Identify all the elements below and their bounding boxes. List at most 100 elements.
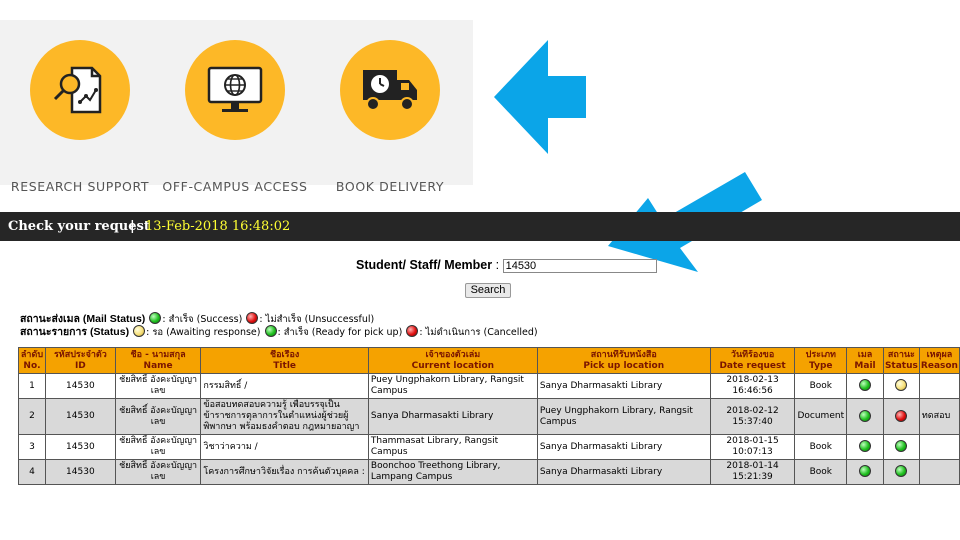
column-header: เหตุผล Reason bbox=[918, 347, 960, 374]
column-header-thai: เมล bbox=[857, 349, 873, 360]
item-status-cell bbox=[882, 459, 920, 485]
item-type-cell: Book bbox=[794, 434, 848, 460]
item-title-cell: กรรมสิทธิ์ / bbox=[200, 373, 369, 399]
left-arrow-icon bbox=[494, 40, 586, 154]
table-row[interactable]: 2 14530 ชัยสิทธิ์ อังคะบัญญาเลข ข้อสอบทดสอบ… bbox=[18, 398, 960, 435]
table-row[interactable]: 3 14530 ชัยสิทธิ์ อังคะบัญญาเลข วิชาว่าความ… bbox=[18, 434, 960, 460]
pickup-location-cell: Puey Ungphakorn Library, Rangsit Campus bbox=[536, 398, 711, 435]
table-header-row: ลำดับ No. รหัสประจำตัว ID ชื่อ - นามสกุล Name… bbox=[18, 347, 960, 374]
column-header-thai: เจ้าของตัวเล่ม bbox=[425, 349, 481, 360]
reason-cell bbox=[918, 459, 960, 485]
table-row[interactable]: 4 14530 ชัยสิทธิ์ อังคะบัญญาเลข โครงการศึกษ… bbox=[18, 459, 960, 485]
item-type-cell: Document bbox=[794, 398, 848, 435]
row-number-cell: 1 bbox=[18, 373, 46, 399]
table-row[interactable]: 1 14530 ชัยสิทธิ์ อังคะบัญญาเลข กรรมสิทธิ์ … bbox=[18, 373, 960, 399]
column-header-english: Type bbox=[809, 360, 833, 371]
book-delivery-service[interactable]: BOOK DELIVERY bbox=[336, 40, 443, 194]
member-name-cell: ชัยสิทธิ์ อังคะบัญญาเลข bbox=[114, 398, 202, 435]
column-header: สถานที่รับหนังสือ Pick up location bbox=[536, 347, 711, 374]
item-type-cell: Book bbox=[794, 459, 848, 485]
item-title-cell: วิชาว่าความ / bbox=[200, 434, 369, 460]
column-header: ชื่อเรื่อง Title bbox=[200, 347, 369, 374]
request-time: 16:46:56 bbox=[732, 386, 773, 396]
item-status-label: สถานะรายการ (Status) bbox=[20, 326, 130, 338]
service-label: OFF-CAMPUS ACCESS bbox=[162, 179, 308, 194]
green-status-icon bbox=[859, 465, 872, 477]
mail-status-cell bbox=[846, 373, 884, 399]
member-name-cell: ชัยสิทธิ์ อังคะบัญญาเลข bbox=[114, 434, 202, 460]
column-header-thai: ลำดับ bbox=[20, 349, 44, 360]
column-header: รหัสประจำตัว ID bbox=[44, 347, 116, 374]
red-status-icon bbox=[406, 325, 419, 337]
row-number-cell: 2 bbox=[18, 398, 46, 435]
request-title: Check your request bbox=[8, 219, 150, 234]
off-campus-access-service[interactable]: OFF-CAMPUS ACCESS bbox=[162, 40, 307, 194]
column-header-english: Mail bbox=[854, 360, 876, 371]
column-header-english: Status bbox=[884, 360, 918, 371]
column-header-thai: ประเภท bbox=[805, 349, 836, 360]
column-header: ชื่อ - นามสกุล Name bbox=[114, 347, 202, 374]
green-status-icon bbox=[895, 465, 908, 477]
request-header-bar: Check your request | 13-Feb-2018 16:48:0… bbox=[0, 212, 960, 241]
column-header-english: ID bbox=[74, 360, 86, 371]
delivery-truck-clock-icon bbox=[340, 40, 440, 140]
column-header-english: Reason bbox=[920, 360, 958, 371]
reason-cell bbox=[918, 434, 960, 460]
green-status-icon bbox=[859, 440, 872, 452]
search-button[interactable]: Search bbox=[465, 283, 511, 298]
yellow-status-icon bbox=[895, 379, 908, 391]
request-time: 15:37:40 bbox=[732, 416, 773, 427]
column-header-thai: สถานที่รับหนังสือ bbox=[590, 349, 657, 360]
member-colon: : bbox=[495, 258, 500, 272]
request-time: 10:07:13 bbox=[732, 447, 773, 457]
requests-table-viewport: ลำดับ No. รหัสประจำตัว ID ชื่อ - นามสกุล Name… bbox=[0, 347, 960, 490]
column-header: วันที่ร้องขอ Date request bbox=[709, 347, 796, 374]
request-date: 2018-02-12 bbox=[726, 405, 779, 416]
current-timestamp: 13-Feb-2018 16:48:02 bbox=[145, 219, 291, 234]
column-header: ประเภท Type bbox=[794, 347, 848, 374]
date-request-cell: 2018-02-12 15:37:40 bbox=[709, 398, 796, 435]
green-status-icon bbox=[264, 325, 277, 337]
pickup-location-cell: Sanya Dharmasakti Library bbox=[536, 373, 711, 399]
green-status-icon bbox=[859, 379, 872, 391]
request-date: 2018-01-14 bbox=[726, 461, 779, 471]
column-header-thai: สถานะ bbox=[887, 349, 915, 360]
date-request-cell: 2018-02-13 16:46:56 bbox=[709, 373, 796, 399]
green-status-icon bbox=[895, 440, 908, 452]
member-name-cell: ชัยสิทธิ์ อังคะบัญญาเลข bbox=[114, 373, 202, 399]
table-body: 1 14530 ชัยสิทธิ์ อังคะบัญญาเลข กรรมสิทธิ์ … bbox=[18, 373, 960, 485]
row-number-cell: 4 bbox=[18, 459, 46, 485]
title-separator: | bbox=[130, 219, 135, 234]
column-header-english: Current location bbox=[411, 360, 495, 371]
services-panel: RESEARCH SUPPORT OFF-CAMPUS ACCESS BOOK … bbox=[0, 20, 473, 194]
current-location-cell: Boonchoo Treethong Library, Lampang Camp… bbox=[367, 459, 538, 485]
request-time: 15:21:39 bbox=[732, 472, 773, 482]
item-type-cell: Book bbox=[794, 373, 848, 399]
column-header: เมล Mail bbox=[846, 347, 884, 374]
column-header-thai: วันที่ร้องขอ bbox=[730, 349, 775, 360]
column-header-thai: ชื่อ - นามสกุล bbox=[130, 349, 186, 360]
member-id-cell: 14530 bbox=[44, 398, 116, 435]
date-request-cell: 2018-01-15 10:07:13 bbox=[709, 434, 796, 460]
service-label: RESEARCH SUPPORT bbox=[10, 179, 150, 194]
item-status-cell bbox=[882, 373, 920, 399]
mail-status-cell bbox=[846, 434, 884, 460]
reason-cell bbox=[918, 373, 960, 399]
reason-cell: ทดสอบ bbox=[918, 398, 960, 435]
research-support-service[interactable]: RESEARCH SUPPORT bbox=[11, 40, 148, 194]
green-status-icon bbox=[859, 409, 872, 422]
service-label: BOOK DELIVERY bbox=[335, 179, 445, 194]
pickup-location-cell: Sanya Dharmasakti Library bbox=[536, 459, 711, 485]
column-header: เจ้าของตัวเล่ม Current location bbox=[367, 347, 538, 374]
current-location-cell: Sanya Dharmasakti Library bbox=[367, 398, 538, 435]
legend-text: : รอ (Awaiting response) bbox=[146, 327, 261, 338]
column-header: สถานะ Status bbox=[882, 347, 920, 374]
legend-text: : ไม่ดำเนินการ (Cancelled) bbox=[419, 327, 538, 338]
item-status-cell bbox=[882, 398, 920, 435]
column-header: ลำดับ No. bbox=[18, 347, 46, 374]
mail-status-cell bbox=[846, 398, 884, 435]
member-id-input[interactable] bbox=[502, 258, 657, 273]
member-id-cell: 14530 bbox=[44, 373, 116, 399]
mail-status-cell bbox=[846, 459, 884, 485]
member-id-cell: 14530 bbox=[44, 459, 116, 485]
